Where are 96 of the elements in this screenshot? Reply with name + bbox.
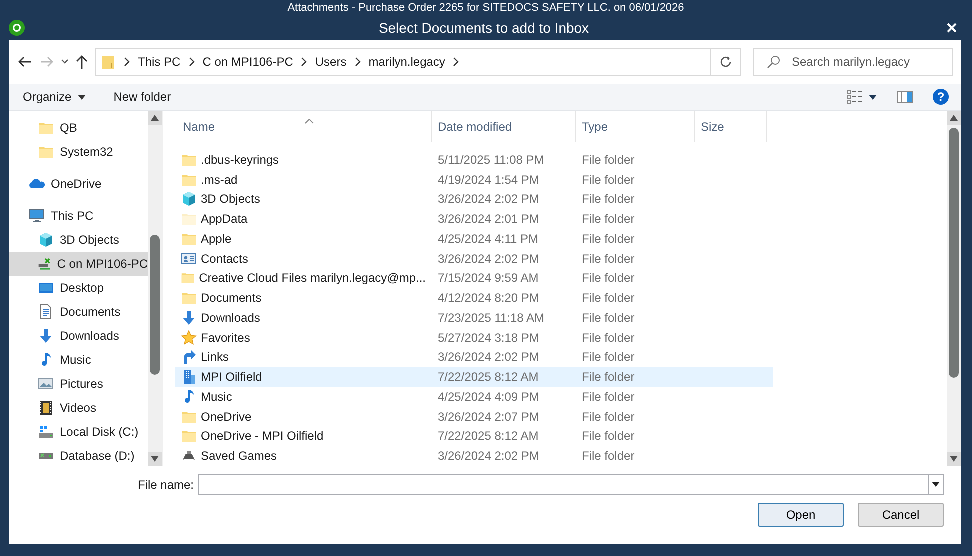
organize-menu[interactable]: Organize: [23, 90, 86, 104]
breadcrumb[interactable]: C on MPI106-PC: [198, 55, 298, 69]
nav-item[interactable]: Desktop: [9, 276, 148, 300]
type-cell-text: File folder: [581, 330, 636, 345]
file-row[interactable]: OneDrive 3/26/2024 2:07 PM File folder: [175, 406, 773, 426]
nav-item[interactable]: Downloads: [9, 324, 148, 348]
date-cell-text: 5/11/2025 11:08 PM: [437, 152, 546, 167]
file-row[interactable]: MPI Oilfield 7/22/2025 8:12 AM File folder: [175, 367, 773, 387]
nav-item[interactable]: Music: [9, 348, 148, 372]
file-name[interactable]: Downloads: [175, 310, 432, 326]
file-name[interactable]: Favorites: [175, 330, 432, 346]
file-name[interactable]: OneDrive: [175, 408, 432, 425]
dialog-title: Select Documents to add to Inbox: [378, 20, 590, 36]
type-cell-text: File folder: [581, 390, 636, 404]
file-row[interactable]: .ms-ad 4/19/2024 1:54 PM File folder: [175, 170, 773, 190]
column-header[interactable]: Name: [175, 111, 432, 142]
address-bar[interactable]: This PC C on MPI106-PC Users marilyn.legacy: [95, 48, 741, 76]
file-name[interactable]: Contacts: [175, 250, 432, 267]
file-name[interactable]: Creative Cloud Files marilyn.legacy@mp...: [175, 270, 432, 286]
file-name[interactable]: .ms-ad: [175, 172, 432, 188]
nav-item[interactable]: System32: [9, 140, 148, 164]
type-cell-text: File folder: [581, 172, 636, 187]
file-name[interactable]: .dbus-keyrings: [175, 152, 432, 168]
type-cell-text: File folder: [581, 370, 636, 384]
nav-item[interactable]: 3D Objects: [9, 228, 148, 252]
type-cell-text: File folder: [581, 232, 636, 246]
date-cell-text: 3/26/2024 2:01 PM: [437, 212, 540, 226]
dialog-button[interactable]: Cancel: [858, 503, 944, 527]
file-name[interactable]: OneDrive - MPI Oilfield: [175, 428, 432, 444]
type-cell-text: File folder: [581, 212, 636, 226]
date-cell-text: 3/26/2024 2:07 PM: [437, 410, 540, 424]
file-name[interactable]: 3D Objects: [175, 191, 432, 208]
breadcrumb[interactable]: Users: [311, 55, 351, 69]
column-header[interactable]: Date modified: [432, 111, 576, 142]
file-name[interactable]: AppData: [175, 211, 432, 228]
file-row[interactable]: AppData 3/26/2024 2:01 PM File folder: [175, 209, 773, 229]
file-name[interactable]: Links: [175, 349, 432, 366]
file-row[interactable]: Documents 4/12/2024 8:20 PM File folder: [175, 288, 773, 308]
date-cell-text: 3/26/2024 2:02 PM: [437, 449, 540, 464]
file-row[interactable]: Favorites 5/27/2024 3:18 PM File folder: [175, 328, 773, 348]
nav-item[interactable]: Database (D:): [9, 444, 148, 466]
breadcrumb[interactable]: marilyn.legacy: [364, 55, 450, 69]
file-row[interactable]: OneDrive - MPI Oilfield 7/22/2025 8:12 AM File folder: [175, 426, 773, 446]
file-name[interactable]: Saved Games: [175, 448, 432, 464]
date-cell-text: 3/26/2024 2:02 PM: [437, 192, 540, 206]
type-cell-text: File folder: [581, 152, 636, 167]
nav-item[interactable]: QB: [9, 116, 148, 140]
nav-item[interactable]: Local Disk (C:): [9, 420, 148, 444]
type-cell-text: File folder: [581, 310, 636, 325]
file-row[interactable]: Apple 4/25/2024 4:11 PM File folder: [175, 229, 773, 249]
type-cell-text: File folder: [581, 192, 636, 206]
file-row[interactable]: 3D Objects 3/26/2024 2:02 PM File folder: [175, 190, 773, 210]
date-cell-text: 7/22/2025 8:12 AM: [437, 429, 540, 444]
file-row[interactable]: Downloads 7/23/2025 11:18 AM File folder: [175, 308, 773, 328]
type-cell-text: File folder: [581, 350, 636, 364]
file-name[interactable]: Documents: [175, 290, 432, 306]
type-cell-text: File folder: [581, 252, 636, 266]
date-cell-text: 3/26/2024 2:02 PM: [437, 350, 540, 364]
file-row[interactable]: .dbus-keyrings 5/11/2025 11:08 PM File folder: [175, 150, 773, 170]
date-cell-text: 4/25/2024 4:11 PM: [437, 232, 540, 246]
new-folder-button[interactable]: New folder: [114, 90, 172, 104]
type-cell-text: File folder: [581, 291, 636, 306]
type-cell-text: File folder: [581, 429, 636, 444]
nav-item[interactable]: This PC: [9, 204, 148, 228]
date-cell-text: 4/19/2024 1:54 PM: [437, 172, 540, 187]
date-cell-text: 5/27/2024 3:18 PM: [437, 330, 540, 345]
search-field[interactable]: Search marilyn.legacy: [753, 48, 953, 76]
date-cell-text: 7/22/2025 8:12 AM: [437, 370, 540, 384]
file-name[interactable]: Apple: [175, 230, 432, 247]
column-header[interactable]: Type: [576, 111, 695, 142]
breadcrumb[interactable]: This PC: [134, 55, 185, 69]
type-cell-text: File folder: [581, 449, 636, 464]
file-row[interactable]: Links 3/26/2024 2:02 PM File folder: [175, 348, 773, 368]
column-header[interactable]: Size: [695, 111, 767, 142]
dialog-button[interactable]: Open: [758, 503, 844, 527]
file-row[interactable]: Creative Cloud Files marilyn.legacy@mp... 7/15/2024 9:59 AM File folder: [175, 268, 773, 288]
help-button[interactable]: ?: [933, 89, 949, 105]
type-cell-text: File folder: [581, 271, 636, 286]
file-row[interactable]: Music 4/25/2024 4:09 PM File folder: [175, 387, 773, 407]
file-name[interactable]: Music: [175, 388, 432, 405]
file-name[interactable]: MPI Oilfield: [175, 369, 432, 386]
date-cell-text: 4/12/2024 8:20 PM: [437, 291, 540, 306]
nav-item[interactable]: OneDrive: [9, 172, 148, 196]
nav-item[interactable]: Videos: [9, 396, 148, 420]
date-cell-text: 7/15/2024 9:59 AM: [437, 271, 540, 286]
background-window-title: Attachments - Purchase Order 2265 for SITEDOCS SAFETY LLC. on 06/01/2026: [286, 1, 686, 16]
date-cell-text: 3/26/2024 2:02 PM: [437, 252, 540, 266]
file-name-label: File name:: [138, 478, 194, 492]
nav-item[interactable]: Pictures: [9, 372, 148, 396]
file-row[interactable]: Saved Games 3/26/2024 2:02 PM File folder: [175, 446, 773, 466]
date-cell-text: 4/25/2024 4:09 PM: [437, 390, 540, 404]
nav-item[interactable]: C on MPI106-PC: [9, 252, 148, 276]
nav-item[interactable]: Documents: [9, 300, 148, 324]
date-cell-text: 7/23/2025 11:18 AM: [437, 310, 546, 325]
type-cell-text: File folder: [581, 410, 636, 424]
file-row[interactable]: Contacts 3/26/2024 2:02 PM File folder: [175, 248, 773, 268]
